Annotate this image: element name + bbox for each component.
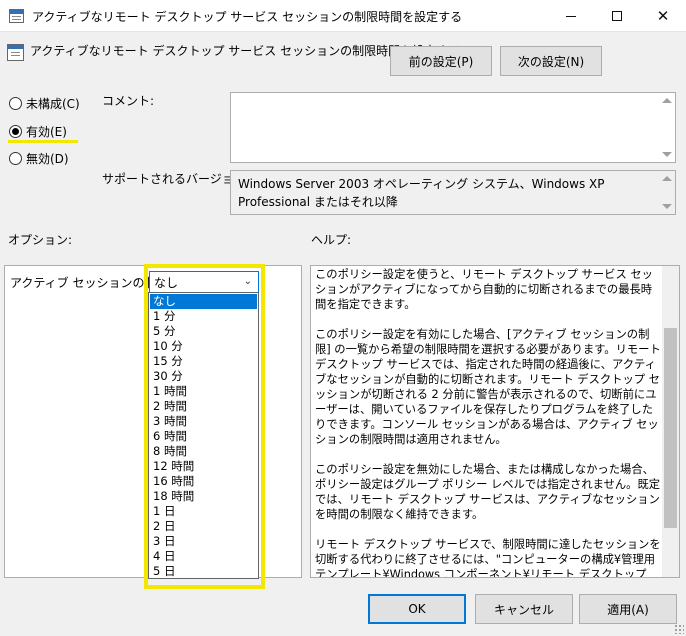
supported-on-value: Windows Server 2003 オペレーティング システム、Window… (238, 177, 605, 209)
help-scrollbar[interactable] (662, 266, 679, 577)
comment-textarea[interactable] (230, 92, 676, 163)
help-panel: このポリシー設定を使うと、リモート デスクトップ サービス セッションがアクティ… (310, 265, 680, 578)
help-label: ヘルプ: (311, 233, 352, 247)
radio-label: 未構成(C) (26, 97, 80, 111)
scroll-up-icon[interactable] (662, 176, 672, 181)
maximize-icon (612, 11, 622, 21)
cancel-button[interactable]: キャンセル (475, 594, 573, 624)
resize-grip-icon[interactable] (674, 624, 684, 634)
apply-button[interactable]: 適用(A) (579, 594, 677, 624)
scroll-down-icon[interactable] (662, 152, 672, 157)
radio-label: 有効(E) (26, 125, 67, 139)
radio-circle-checked[interactable] (9, 125, 22, 138)
policy-window-icon (9, 9, 24, 23)
window-title: アクティブなリモート デスクトップ サービス セッションの制限時間を設定する (32, 10, 463, 24)
close-button[interactable]: ✕ (640, 0, 686, 32)
close-icon: ✕ (656, 7, 670, 25)
supported-on-label: サポートされるバージョン: (102, 172, 250, 186)
help-paragraph: このポリシー設定を無効にした場合、または構成しなかった場合、ポリシー設定はグルー… (315, 463, 661, 521)
radio-label: 無効(D) (26, 152, 69, 166)
next-setting-button[interactable]: 次の設定(N) (500, 46, 602, 76)
previous-setting-button[interactable]: 前の設定(P) (390, 46, 492, 76)
ok-button[interactable]: OK (368, 594, 466, 624)
enabled-highlight-underline (8, 140, 78, 143)
dropdown-highlight-box (144, 264, 265, 589)
radio-circle[interactable] (9, 97, 22, 110)
maximize-button[interactable] (594, 0, 640, 32)
scroll-up-icon[interactable] (662, 98, 672, 103)
policy-setting-icon (7, 44, 24, 61)
comment-scrollbar[interactable] (659, 93, 675, 162)
help-paragraph: このポリシー設定を有効にした場合、[アクティブ セッションの制限] の一覧から希… (315, 328, 661, 446)
scroll-down-icon[interactable] (662, 204, 672, 209)
radio-enabled[interactable]: 有効(E) (9, 123, 67, 140)
options-label: オプション: (8, 233, 73, 247)
help-scroll-thumb[interactable] (664, 328, 677, 528)
help-text: このポリシー設定を使うと、リモート デスクトップ サービス セッションがアクティ… (315, 267, 661, 578)
minimize-button[interactable] (548, 0, 594, 32)
radio-circle[interactable] (9, 152, 22, 165)
comment-label: コメント: (102, 94, 155, 108)
supported-scrollbar[interactable] (659, 171, 675, 214)
help-paragraph: このポリシー設定を使うと、リモート デスクトップ サービス セッションがアクティ… (315, 268, 653, 311)
supported-on-box: Windows Server 2003 オペレーティング システム、Window… (230, 170, 676, 215)
minimize-icon (566, 15, 576, 17)
help-paragraph: リモート デスクトップ サービスで、制限時間に達したセッションを切断する代わりに… (315, 538, 661, 578)
radio-disabled[interactable]: 無効(D) (9, 150, 69, 167)
radio-not-configured[interactable]: 未構成(C) (9, 95, 80, 112)
title-bar: アクティブなリモート デスクトップ サービス セッションの制限時間を設定する ✕ (0, 0, 686, 32)
